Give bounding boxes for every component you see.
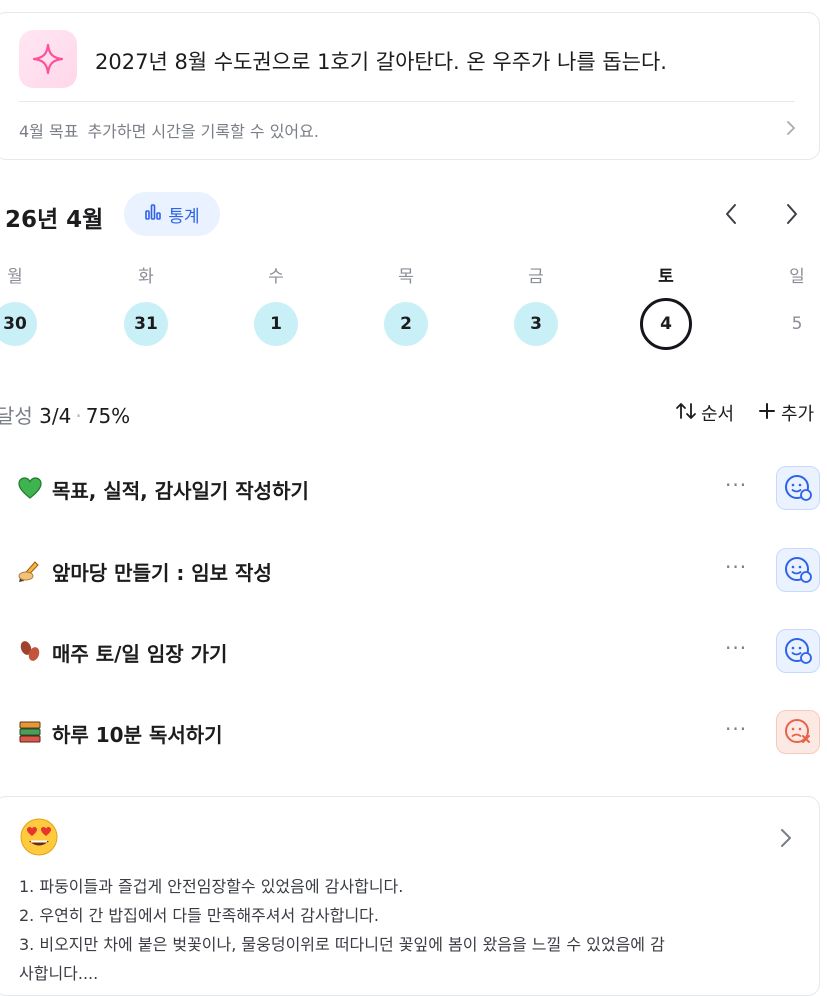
task-status-done[interactable] [776,466,820,510]
diary-line: 1. 파둥이들과 즐겁게 안전임장할수 있었음에 감사합니다. [19,877,404,896]
task-title: 매주 토/일 임장 가기 [52,642,228,666]
sparkle-icon [19,30,77,88]
add-label: 추가 [781,404,815,425]
smile-check-icon [785,557,812,583]
task-row[interactable]: 목표, 실적, 감사일기 작성하기 ··· [0,458,827,518]
achievement-label: 달성 [0,404,33,428]
weekday-label: 월 [7,267,23,287]
sort-arrows-icon [675,401,697,426]
more-options-icon[interactable]: ··· [725,473,747,497]
task-title: 하루 10분 독서하기 [52,723,223,747]
stats-button[interactable]: 통계 [124,192,220,236]
monthly-goal-hint[interactable]: 4월 목표 추가하면 시간을 기록할 수 있어요. [19,118,319,142]
calendar-day[interactable]: 5 [775,302,819,346]
task-title: 목표, 실적, 감사일기 작성하기 [52,479,309,503]
smile-check-icon [785,475,812,501]
weekday-label: 일 [789,267,805,287]
smile-check-icon [785,638,812,664]
plus-icon [758,402,776,425]
calendar-day[interactable]: 30 [0,302,37,346]
chevron-left-icon [726,204,736,224]
task-title: 앞마당 만들기 : 임보 작성 [52,561,272,585]
month-title: 26년 4월 [5,207,104,233]
chevron-right-icon [787,204,797,224]
sort-label: 순서 [701,404,735,425]
calendar-day-today[interactable]: 4 [640,298,692,350]
diary-line: 사합니다.... [19,964,99,983]
chevron-right-icon[interactable] [779,827,793,853]
weekday-label: 목 [398,267,414,287]
weekday-label: 화 [138,267,154,287]
task-row[interactable]: 매주 토/일 임장 가기 ··· [0,621,827,681]
more-options-icon[interactable]: ··· [725,717,747,741]
diary-line: 3. 비오지만 차에 붙은 벚꽃이나, 물웅덩이위로 떠다니던 꽃잎에 봄이 왔… [19,935,665,954]
diary-line: 2. 우연히 간 밥집에서 다들 만족해주셔서 감사합니다. [19,906,379,925]
task-status-done[interactable] [776,629,820,673]
task-status-missed[interactable] [776,710,820,754]
books-icon [17,719,43,745]
prev-week-button[interactable] [720,201,742,231]
green-heart-icon [17,475,43,501]
achievement-percent: 75% [85,404,131,428]
achievement-summary: 달성 3/4 · 75% [0,400,130,429]
task-row[interactable]: 앞마당 만들기 : 임보 작성 ··· [0,540,827,600]
monthly-goal-text: 추가하면 시간을 기록할 수 있어요. [87,122,319,141]
calendar-day[interactable]: 3 [514,302,558,346]
heart-eyes-icon [19,817,59,857]
goal-card[interactable]: 2027년 8월 수도권으로 1호기 갈아탄다. 온 우주가 나를 돕는다. 4… [0,12,820,160]
calendar-day[interactable]: 31 [124,302,168,346]
achievement-count: 3/4 [39,404,72,428]
weekday-label: 금 [528,267,544,287]
footprints-icon [17,638,43,664]
sort-button[interactable]: 순서 [675,400,734,426]
weekday-label: 토 [658,267,674,287]
chevron-right-icon[interactable] [785,119,797,141]
calendar-day[interactable]: 1 [254,302,298,346]
gratitude-diary-card[interactable]: 1. 파둥이들과 즐겁게 안전임장할수 있었음에 감사합니다. 2. 우연히 간… [0,796,820,996]
task-row[interactable]: 하루 10분 독서하기 ··· [0,702,827,762]
goal-text: 2027년 8월 수도권으로 1호기 갈아탄다. 온 우주가 나를 돕는다. [95,50,667,74]
weekday-label: 수 [268,267,284,287]
more-options-icon[interactable]: ··· [725,636,747,660]
sad-x-icon [785,719,810,743]
monthly-goal-label: 4월 목표 [19,122,79,141]
next-week-button[interactable] [781,201,803,231]
stats-label: 통계 [168,206,200,227]
writing-hand-icon [17,557,43,583]
divider [19,101,795,102]
task-status-done[interactable] [776,548,820,592]
add-task-button[interactable]: 추가 [758,400,814,426]
bar-chart-icon [144,203,162,226]
calendar-day[interactable]: 2 [384,302,428,346]
more-options-icon[interactable]: ··· [725,555,747,579]
